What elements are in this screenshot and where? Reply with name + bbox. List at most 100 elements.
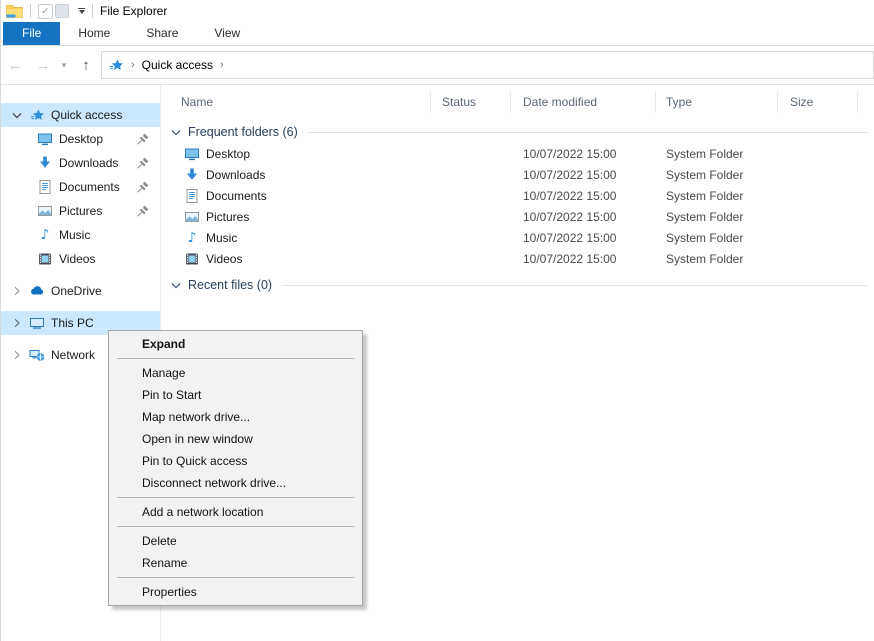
file-row-music[interactable]: ♪ Music 10/07/2022 15:00 System Folder — [161, 227, 874, 248]
file-row-desktop[interactable]: Desktop 10/07/2022 15:00 System Folder — [161, 143, 874, 164]
title-bar: ✓ File Explorer — [1, 0, 874, 22]
file-date-modified: 10/07/2022 15:00 — [511, 168, 656, 182]
file-name: Documents — [206, 189, 267, 203]
desktop-icon — [184, 146, 200, 162]
tab-file[interactable]: File — [3, 22, 60, 45]
sidebar-item-label: Documents — [59, 180, 136, 194]
sidebar-item-pictures[interactable]: Pictures — [1, 199, 160, 223]
file-row-downloads[interactable]: Downloads 10/07/2022 15:00 System Folder — [161, 164, 874, 185]
back-button[interactable]: ← — [1, 57, 29, 74]
sidebar-item-onedrive[interactable]: OneDrive — [1, 279, 160, 303]
column-header-name[interactable]: Name — [161, 91, 431, 113]
address-bar[interactable]: › Quick access › — [101, 51, 874, 79]
group-header-rule — [308, 132, 868, 133]
column-headers: Name Status Date modified Type Size — [161, 87, 874, 117]
menu-item-delete[interactable]: Delete — [109, 530, 362, 552]
group-header-label: Frequent folders (6) — [188, 125, 298, 139]
group-header-frequent-folders[interactable]: Frequent folders (6) — [161, 121, 874, 143]
onedrive-icon — [29, 283, 45, 299]
sidebar-item-music[interactable]: ♪ Music — [1, 223, 160, 247]
chevron-right-icon[interactable] — [10, 318, 24, 328]
menu-item-pin-to-quick-access[interactable]: Pin to Quick access — [109, 450, 362, 472]
pictures-icon — [37, 203, 53, 219]
menu-item-manage[interactable]: Manage — [109, 362, 362, 384]
breadcrumb-chevron-icon[interactable]: › — [218, 59, 226, 71]
group-header-recent-files[interactable]: Recent files (0) — [161, 274, 874, 296]
column-header-type[interactable]: Type — [656, 91, 778, 113]
ribbon-tabs: File Home Share View — [1, 22, 874, 46]
tab-view[interactable]: View — [196, 22, 258, 45]
chevron-right-icon[interactable] — [10, 350, 24, 360]
videos-icon — [37, 251, 53, 267]
sidebar-item-downloads[interactable]: Downloads — [1, 151, 160, 175]
videos-icon — [184, 251, 200, 267]
sidebar-item-label: OneDrive — [51, 284, 160, 298]
file-explorer-window: ✓ File Explorer File Home Share View ← →… — [0, 0, 874, 641]
downloads-icon — [184, 167, 200, 183]
file-name: Downloads — [206, 168, 265, 182]
sidebar-item-label: Pictures — [59, 204, 136, 218]
quick-access-star-icon — [29, 107, 45, 123]
sidebar-item-label: Quick access — [51, 108, 160, 122]
tab-home[interactable]: Home — [60, 22, 128, 45]
menu-separator — [117, 526, 354, 527]
file-date-modified: 10/07/2022 15:00 — [511, 231, 656, 245]
explorer-folder-icon — [6, 3, 23, 19]
forward-button[interactable]: → — [29, 57, 57, 74]
breadcrumb-chevron-icon[interactable]: › — [129, 59, 137, 71]
quick-access-star-icon — [109, 58, 124, 73]
file-name: Music — [206, 231, 237, 245]
menu-item-open-in-new-window[interactable]: Open in new window — [109, 428, 362, 450]
music-icon: ♪ — [37, 227, 53, 243]
file-row-pictures[interactable]: Pictures 10/07/2022 15:00 System Folder — [161, 206, 874, 227]
sidebar-item-label: This PC — [51, 316, 160, 330]
group-header-label: Recent files (0) — [188, 278, 272, 292]
toolbar-separator — [30, 4, 31, 18]
group-header-rule — [282, 285, 868, 286]
sidebar-item-label: Music — [59, 228, 160, 242]
menu-item-rename[interactable]: Rename — [109, 552, 362, 574]
customize-toolbar-dropdown[interactable] — [78, 8, 85, 14]
menu-item-properties[interactable]: Properties — [109, 581, 362, 603]
properties-quick-button[interactable]: ✓ — [38, 4, 53, 19]
pin-icon — [136, 132, 151, 147]
file-name: Pictures — [206, 210, 249, 224]
sidebar-item-desktop[interactable]: Desktop — [1, 127, 160, 151]
menu-item-map-network-drive[interactable]: Map network drive... — [109, 406, 362, 428]
file-type: System Folder — [656, 252, 778, 266]
menu-item-add-a-network-location[interactable]: Add a network location — [109, 501, 362, 523]
sidebar-item-label: Videos — [59, 252, 160, 266]
sidebar-item-videos[interactable]: Videos — [1, 247, 160, 271]
breadcrumb-location[interactable]: Quick access — [142, 58, 213, 72]
pin-icon — [136, 156, 151, 171]
file-row-documents[interactable]: Documents 10/07/2022 15:00 System Folder — [161, 185, 874, 206]
menu-item-pin-to-start[interactable]: Pin to Start — [109, 384, 362, 406]
chevron-down-icon[interactable] — [171, 282, 181, 289]
menu-separator — [117, 577, 354, 578]
file-type: System Folder — [656, 189, 778, 203]
sidebar-item-documents[interactable]: Documents — [1, 175, 160, 199]
file-row-videos[interactable]: Videos 10/07/2022 15:00 System Folder — [161, 248, 874, 269]
up-button[interactable]: ↑ — [71, 57, 101, 74]
tab-share[interactable]: Share — [128, 22, 196, 45]
chevron-right-icon[interactable] — [10, 286, 24, 296]
new-folder-quick-button[interactable] — [53, 3, 70, 19]
pin-icon — [136, 204, 151, 219]
menu-separator — [117, 497, 354, 498]
documents-icon — [184, 188, 200, 204]
column-header-status[interactable]: Status — [431, 91, 511, 113]
sidebar-item-quick-access[interactable]: Quick access — [1, 103, 160, 127]
menu-item-expand[interactable]: Expand — [109, 333, 362, 355]
chevron-down-icon[interactable] — [10, 112, 24, 119]
column-header-date-modified[interactable]: Date modified — [511, 91, 656, 113]
sidebar-item-label: Downloads — [59, 156, 136, 170]
music-icon: ♪ — [184, 230, 200, 246]
column-header-size[interactable]: Size — [778, 91, 858, 113]
window-title: File Explorer — [100, 4, 167, 18]
documents-icon — [37, 179, 53, 195]
menu-item-disconnect-network-drive[interactable]: Disconnect network drive... — [109, 472, 362, 494]
toolbar-separator — [92, 4, 93, 18]
chevron-down-icon[interactable] — [171, 129, 181, 136]
file-date-modified: 10/07/2022 15:00 — [511, 210, 656, 224]
recent-locations-dropdown-icon[interactable]: ▾ — [57, 60, 71, 71]
